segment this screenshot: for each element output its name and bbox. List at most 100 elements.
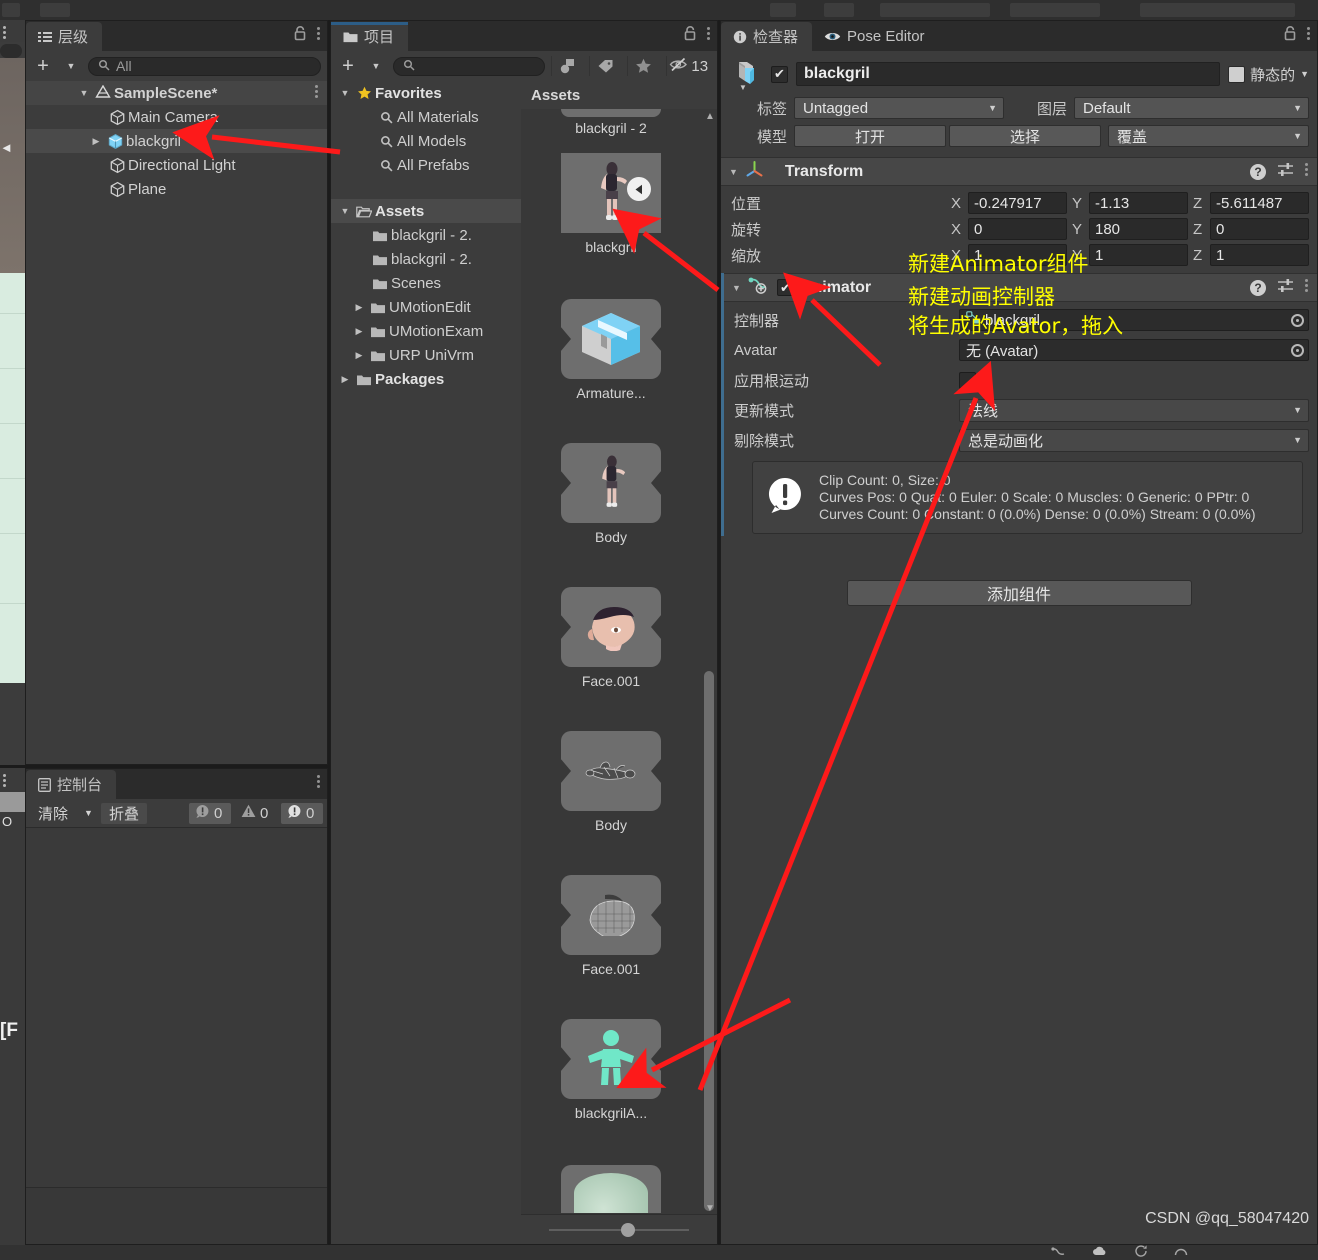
help-icon[interactable]: ? (1250, 279, 1266, 296)
project-tree-packages[interactable]: ▶ Packages (331, 367, 521, 391)
toolbar-btn-play[interactable] (770, 3, 796, 17)
project-asset-grid[interactable]: Assets blackgril - 2 blackgril Armature.… (521, 81, 717, 1244)
project-tree-all-models[interactable]: All Models (331, 129, 521, 153)
layer-dropdown[interactable]: Default ▼ (1074, 97, 1309, 119)
hierarchy-item-main-camera[interactable]: Main Camera (26, 105, 327, 129)
scene-kebab-icon[interactable] (3, 24, 7, 46)
object-picker-icon[interactable] (1291, 313, 1304, 327)
project-grid-scrollbar[interactable]: ▲ ▼ (703, 111, 715, 1214)
model-select-button[interactable]: 选择 (949, 125, 1101, 147)
gameobject-enabled-checkbox[interactable]: ✔ (771, 65, 788, 83)
asset-item-body-2[interactable]: Body (521, 731, 701, 833)
rotation-x-input[interactable]: 0 (968, 218, 1067, 240)
filter-by-label-icon[interactable] (589, 56, 621, 76)
static-checkbox[interactable] (1228, 65, 1246, 83)
chevron-down-icon[interactable]: ▼ (739, 83, 747, 92)
prefab-icon[interactable]: ▼ (729, 57, 763, 92)
apply-root-motion-checkbox[interactable] (959, 371, 976, 389)
statusbar-refresh-icon[interactable] (1134, 1244, 1148, 1260)
chevron-down-icon[interactable]: ▼ (76, 88, 92, 98)
hierarchy-item-directional-light[interactable]: Directional Light (26, 153, 327, 177)
hidden-assets-toggle[interactable]: 13 (665, 56, 711, 76)
chevron-down-icon[interactable]: ▼ (337, 206, 353, 216)
statusbar-circle-icon[interactable] (1174, 1244, 1188, 1260)
tab-console[interactable]: 控制台 (26, 770, 117, 799)
animator-enabled-checkbox[interactable]: ✔ (776, 279, 794, 296)
console-warning-count[interactable]: 0 (235, 803, 277, 824)
chevron-right-icon[interactable]: ▶ (351, 350, 367, 361)
chevron-down-icon[interactable]: ▼ (1300, 69, 1309, 79)
transform-menu-icon[interactable] (1305, 161, 1309, 183)
project-tree-urp-univrm[interactable]: ▶ URP UniVrm (331, 343, 521, 367)
inspector-menu-icon[interactable] (1307, 25, 1311, 47)
avatar-object-field[interactable]: 无 (Avatar) (959, 339, 1309, 361)
project-tree-favorites[interactable]: ▼ Favorites (331, 81, 521, 105)
console-menu-icon[interactable] (317, 773, 321, 795)
statusbar-animator-icon[interactable] (1051, 1244, 1066, 1260)
statusbar-cloud-icon[interactable] (1092, 1244, 1108, 1260)
toolbar-dropdown-layers[interactable] (1010, 3, 1100, 17)
console-sliver-kebab-icon[interactable] (3, 772, 7, 794)
chevron-right-icon[interactable]: ▶ (337, 374, 353, 385)
scrollbar-thumb[interactable] (704, 671, 714, 1211)
asset-preview-play-badge[interactable] (627, 177, 651, 201)
gameobject-name-input[interactable]: blackgril (796, 62, 1221, 86)
chevron-right-icon[interactable]: ▶ (351, 326, 367, 337)
project-tree-blackgril-2[interactable]: blackgril - 2. (331, 247, 521, 271)
model-overrides-dropdown[interactable]: 覆盖 ▼ (1108, 125, 1309, 147)
project-add-caret-icon[interactable]: ▼ (365, 56, 387, 76)
scroll-down-icon[interactable]: ▼ (705, 1203, 715, 1214)
rotation-y-input[interactable]: 180 (1089, 218, 1188, 240)
update-mode-dropdown[interactable]: 法线 ▼ (959, 398, 1309, 422)
help-icon[interactable]: ? (1250, 163, 1266, 180)
preset-icon[interactable] (1277, 278, 1294, 298)
add-component-button[interactable]: 添加组件 (846, 580, 1192, 606)
asset-partial-top[interactable]: blackgril - 2 (521, 109, 701, 147)
asset-item-blackgril[interactable]: blackgril (521, 153, 701, 255)
hierarchy-item-plane[interactable]: Plane (26, 177, 327, 201)
lock-icon[interactable] (294, 26, 307, 46)
toolbar-dropdown-account[interactable] (880, 3, 990, 17)
asset-item-body-1[interactable]: Body (521, 443, 701, 545)
scene-view-sliver[interactable]: ◄ (0, 20, 25, 765)
tab-inspector[interactable]: 检查器 (721, 22, 813, 51)
hierarchy-add-caret-icon[interactable]: ▼ (60, 56, 82, 76)
project-tree-all-prefabs[interactable]: All Prefabs (331, 153, 521, 177)
project-zoom-slider[interactable] (521, 1214, 717, 1244)
project-menu-icon[interactable] (707, 25, 711, 47)
object-picker-icon[interactable] (1291, 343, 1304, 357)
scene-search-sliver[interactable] (0, 44, 22, 58)
position-y-input[interactable]: -1.13 (1089, 192, 1188, 214)
lock-icon[interactable] (1284, 26, 1297, 46)
hierarchy-add-button[interactable]: + (32, 56, 54, 76)
tab-project[interactable]: 项目 (331, 22, 409, 51)
scale-z-input[interactable]: 1 (1210, 244, 1309, 266)
asset-item-armature[interactable]: Armature... (521, 299, 701, 401)
filter-by-type-icon[interactable] (551, 56, 583, 76)
project-search-input[interactable] (393, 56, 545, 76)
toolbar-btn-pause[interactable] (824, 3, 854, 17)
favorites-star-icon[interactable] (627, 56, 659, 76)
hierarchy-scene-row[interactable]: ▼ SampleScene* (26, 81, 327, 105)
scale-y-input[interactable]: 1 (1089, 244, 1188, 266)
lock-icon[interactable] (684, 26, 697, 46)
asset-item-face-2[interactable]: Face.001 (521, 875, 701, 977)
project-tree-all-materials[interactable]: All Materials (331, 105, 521, 129)
console-clear-button[interactable]: 清除 (30, 803, 76, 824)
console-error-count[interactable]: 0 (281, 802, 323, 824)
toolbar-dropdown-layout[interactable] (1140, 3, 1295, 17)
tab-hierarchy[interactable]: 层级 (26, 22, 103, 51)
chevron-right-icon[interactable]: ▶ (351, 302, 367, 313)
tag-dropdown[interactable]: Untagged ▼ (794, 97, 1004, 119)
chevron-down-icon[interactable]: ▼ (337, 88, 353, 98)
asset-item-sphere-partial[interactable] (521, 1165, 701, 1213)
chevron-down-icon[interactable]: ▼ (732, 283, 741, 293)
zoom-slider-handle[interactable] (621, 1222, 635, 1237)
transform-component-header[interactable]: ▼ Transform ? (721, 157, 1317, 186)
asset-item-face-1[interactable]: Face.001 (521, 587, 701, 689)
project-tree-umotioneditor[interactable]: ▶ UMotionEdit (331, 295, 521, 319)
project-tree-assets[interactable]: ▼ Assets (331, 199, 521, 223)
animator-menu-icon[interactable] (1305, 277, 1309, 299)
hierarchy-item-blackgril[interactable]: ▶ blackgril (26, 129, 327, 153)
scroll-up-icon[interactable]: ▲ (705, 111, 715, 122)
